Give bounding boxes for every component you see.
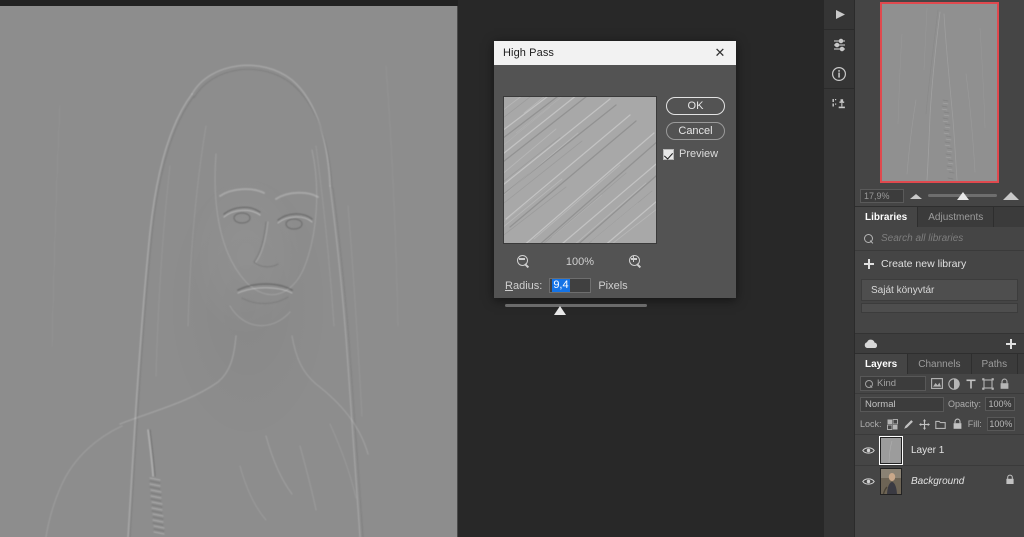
zoom-out-icon[interactable] bbox=[517, 255, 531, 269]
tab-adjustments[interactable]: Adjustments bbox=[918, 207, 995, 227]
radius-control: Radius: 9,4 Pixels bbox=[505, 278, 628, 293]
library-item-partial[interactable] bbox=[861, 303, 1018, 313]
filter-shape-icon[interactable] bbox=[981, 377, 994, 390]
layer-lock-icon[interactable] bbox=[1005, 474, 1015, 488]
fill-field[interactable]: 100% bbox=[986, 417, 1016, 431]
filter-smart-object-icon[interactable] bbox=[998, 377, 1011, 390]
cancel-button[interactable]: Cancel bbox=[666, 122, 725, 140]
filter-pixel-icon[interactable] bbox=[930, 377, 943, 390]
layer-filter-row: Kind bbox=[855, 374, 1024, 394]
search-icon bbox=[864, 233, 874, 244]
create-new-library-label: Create new library bbox=[881, 258, 967, 270]
navigator-zoom-bar: 17,9% bbox=[855, 186, 1024, 206]
navigator-zoom-field[interactable]: 17,9% bbox=[860, 189, 904, 203]
navigator-thumbnail[interactable] bbox=[880, 2, 999, 183]
radius-label: Radius: bbox=[505, 279, 543, 292]
panel-icon-rail bbox=[824, 0, 855, 537]
layer-filter-kind-select[interactable]: Kind bbox=[860, 376, 926, 391]
high-pass-dialog: High Pass ✕ 100% Radius: 9,4 Pixels OK C… bbox=[494, 41, 736, 315]
tabstrip-filler bbox=[994, 207, 1024, 227]
radius-units-label: Pixels bbox=[598, 279, 628, 292]
filter-type-icon[interactable] bbox=[964, 377, 977, 390]
navigator-preview-image bbox=[882, 4, 997, 181]
library-search-row[interactable]: Search all libraries bbox=[855, 227, 1024, 251]
dialog-body: 100% Radius: 9,4 Pixels OK Cancel Previe… bbox=[494, 65, 736, 315]
lock-position-icon[interactable] bbox=[919, 418, 931, 430]
navigator-panel bbox=[855, 0, 1024, 186]
library-search-input[interactable]: Search all libraries bbox=[881, 233, 963, 244]
tab-layers[interactable]: Layers bbox=[855, 354, 909, 374]
preview-texture bbox=[504, 97, 656, 243]
filter-adjustment-icon[interactable] bbox=[947, 377, 960, 390]
zoom-in-triangle-icon[interactable] bbox=[1003, 192, 1019, 200]
sliders-icon[interactable] bbox=[824, 30, 854, 59]
document-canvas[interactable] bbox=[0, 6, 458, 537]
layer-name: Background bbox=[911, 475, 965, 487]
info-icon[interactable] bbox=[824, 59, 854, 88]
blend-mode-select[interactable]: Normal bbox=[860, 396, 944, 412]
cloud-icon[interactable] bbox=[863, 338, 879, 349]
photoshop-window: High Pass ✕ 100% Radius: 9,4 Pixels OK C… bbox=[0, 0, 1024, 537]
histogram-stamp-icon[interactable] bbox=[824, 89, 854, 118]
zoom-in-icon[interactable] bbox=[628, 255, 643, 269]
zoom-out-triangle-icon[interactable] bbox=[910, 193, 922, 199]
lock-label: Lock: bbox=[860, 419, 882, 429]
libraries-panel: Search all libraries Create new library … bbox=[855, 227, 1024, 353]
preview-label: Preview bbox=[679, 148, 719, 160]
workspace: High Pass ✕ 100% Radius: 9,4 Pixels OK C… bbox=[0, 0, 824, 537]
radius-input[interactable]: 9,4 bbox=[549, 278, 592, 293]
high-pass-portrait-image bbox=[0, 6, 457, 537]
tab-libraries[interactable]: Libraries bbox=[855, 207, 919, 227]
radius-slider-handle[interactable] bbox=[554, 306, 566, 315]
lock-all-icon[interactable] bbox=[952, 418, 963, 430]
radius-slider[interactable] bbox=[505, 302, 647, 316]
ok-button[interactable]: OK bbox=[666, 97, 725, 115]
preview-zoom-controls: 100% bbox=[503, 252, 657, 272]
tab-channels[interactable]: Channels bbox=[908, 354, 972, 374]
navigator-zoom-slider[interactable] bbox=[928, 189, 997, 203]
play-icon[interactable] bbox=[824, 0, 854, 29]
tabstrip-filler bbox=[1018, 354, 1024, 374]
lock-row: Lock: Fill: 100% bbox=[855, 414, 1024, 434]
tab-paths[interactable]: Paths bbox=[971, 354, 1019, 374]
lock-nesting-icon[interactable] bbox=[935, 418, 947, 430]
libraries-tabstrip: Libraries Adjustments bbox=[855, 206, 1024, 227]
opacity-field[interactable]: 100% bbox=[985, 397, 1016, 411]
opacity-label: Opacity: bbox=[948, 399, 982, 409]
library-item[interactable]: Saját könyvtár bbox=[861, 279, 1018, 301]
plus-icon bbox=[864, 259, 874, 269]
add-library-icon[interactable] bbox=[1006, 338, 1016, 349]
navigator-slider-handle[interactable] bbox=[956, 192, 969, 200]
preview-zoom-level: 100% bbox=[565, 256, 595, 268]
dialog-titlebar[interactable]: High Pass ✕ bbox=[494, 41, 736, 65]
eye-icon[interactable] bbox=[861, 446, 876, 455]
close-icon[interactable]: ✕ bbox=[710, 43, 730, 63]
layer-thumbnail[interactable] bbox=[880, 467, 902, 495]
preview-checkbox[interactable] bbox=[663, 148, 674, 160]
blend-mode-row: Normal Opacity: 100% bbox=[855, 394, 1024, 414]
layers-tabstrip: Layers Channels Paths bbox=[855, 353, 1024, 374]
layers-panel: Kind Normal Opacity: 100% Lock: Fill: 10… bbox=[855, 374, 1024, 496]
radius-slider-track bbox=[505, 304, 647, 307]
layer-name: Layer 1 bbox=[911, 444, 945, 456]
layer-filter-kind-label: Kind bbox=[877, 378, 897, 389]
lock-image-icon[interactable] bbox=[903, 418, 914, 430]
right-panel-column: 17,9% Libraries Adjustments Search all l… bbox=[855, 0, 1024, 537]
create-new-library-button[interactable]: Create new library bbox=[855, 251, 1024, 277]
dialog-title: High Pass bbox=[503, 47, 555, 59]
libraries-footer bbox=[855, 333, 1024, 353]
radius-value: 9,4 bbox=[552, 279, 570, 292]
table-row[interactable]: Layer 1 bbox=[855, 434, 1024, 465]
preview-checkbox-row[interactable]: Preview bbox=[663, 148, 718, 160]
layer-thumbnail[interactable] bbox=[879, 435, 903, 465]
search-icon bbox=[865, 379, 873, 388]
filter-preview[interactable] bbox=[503, 96, 657, 244]
eye-icon[interactable] bbox=[861, 477, 876, 486]
table-row[interactable]: Background bbox=[855, 465, 1024, 496]
fill-label: Fill: bbox=[967, 419, 982, 429]
portrait-edges bbox=[45, 64, 399, 537]
lock-transparent-icon[interactable] bbox=[886, 418, 898, 430]
